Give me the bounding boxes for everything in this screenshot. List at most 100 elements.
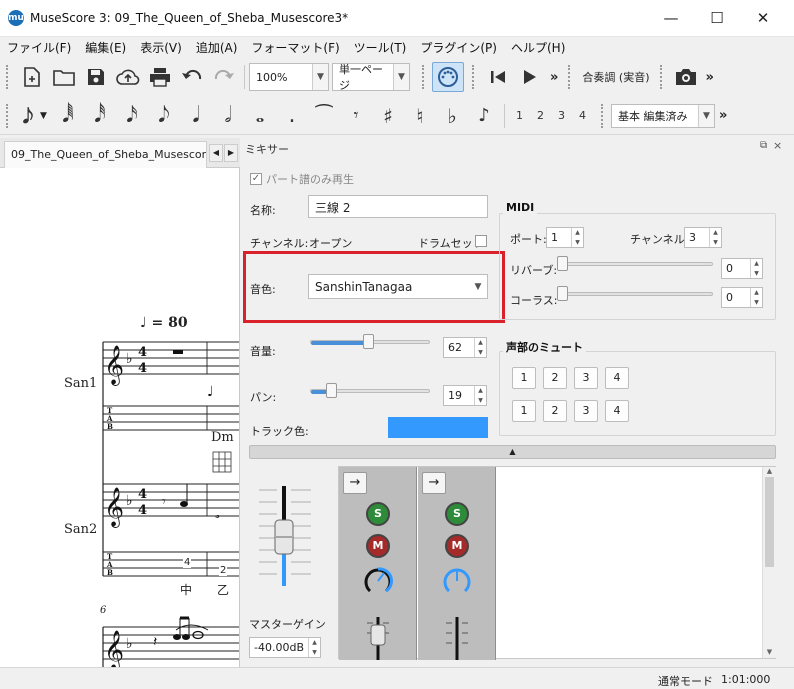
mute-button[interactable]: M	[366, 534, 390, 558]
spin-arrows-icon[interactable]: ▲ ▼	[308, 638, 320, 657]
chorus-slider-track[interactable]	[559, 292, 713, 296]
chevron-down-icon[interactable]: ▼	[763, 648, 776, 656]
menu-view[interactable]: 表示(V)	[133, 36, 189, 59]
note-quarter-icon[interactable]: 𝅘𝅥	[180, 101, 212, 131]
spin-arrows-icon[interactable]: ▲ ▼	[750, 259, 762, 278]
spin-arrows-icon[interactable]: ▲ ▼	[709, 228, 721, 247]
note-64th-icon[interactable]: 𝅘𝅥𝅱	[52, 101, 84, 131]
pan-spinbox[interactable]: 19 ▲ ▼	[443, 385, 487, 406]
toolbar-overflow-icon[interactable]: »	[702, 70, 718, 85]
float-panel-icon[interactable]: ⧉	[760, 140, 767, 151]
lyric-syllable[interactable]: 乙	[217, 581, 229, 598]
menu-format[interactable]: フォーマット(F)	[244, 36, 346, 59]
note-input-mode-icon[interactable]: 𝅘𝅥𝅮	[16, 101, 40, 131]
scrollbar-thumb[interactable]	[765, 477, 774, 567]
pan-knob-icon[interactable]	[441, 565, 473, 600]
name-input[interactable]: 三線 2	[308, 195, 488, 218]
tab-fret-number[interactable]: 4	[183, 557, 192, 568]
lyric-syllable[interactable]: 中	[180, 581, 192, 598]
volume-slider-handle[interactable]	[363, 334, 374, 349]
note-32nd-icon[interactable]: 𝅘𝅥𝅰	[84, 101, 116, 131]
augmentation-dot-icon[interactable]: .	[276, 101, 308, 131]
voice-3-button[interactable]: 3	[551, 109, 572, 122]
flat-icon[interactable]: ♭	[436, 101, 468, 131]
save-icon[interactable]	[80, 62, 112, 92]
mute-voice-3-button[interactable]: 3	[574, 400, 598, 422]
midi-channel-spinbox[interactable]: 3 ▲ ▼	[684, 227, 722, 248]
minimize-button[interactable]: —	[648, 4, 694, 32]
staff-label-san1[interactable]: San1	[64, 376, 97, 391]
mute-button[interactable]: M	[445, 534, 469, 558]
chevron-down-icon[interactable]: ▼	[40, 111, 52, 121]
channel-strip[interactable]: → S M	[418, 467, 496, 660]
pan-knob-icon[interactable]	[362, 565, 394, 600]
volume-spinbox[interactable]: 62 ▲ ▼	[443, 337, 487, 358]
menu-file[interactable]: ファイル(F)	[0, 36, 78, 59]
note-whole-icon[interactable]: 𝅝	[244, 101, 276, 131]
channel-strip[interactable]: → S M	[339, 467, 417, 660]
solo-button[interactable]: S	[366, 502, 390, 526]
mute-voice-1-button[interactable]: 1	[512, 367, 536, 389]
new-score-icon[interactable]	[16, 62, 48, 92]
strip-fader[interactable]	[446, 617, 468, 663]
track-color-swatch[interactable]	[388, 417, 488, 438]
mute-voice-2-button[interactable]: 2	[543, 400, 567, 422]
spin-arrows-icon[interactable]: ▲ ▼	[750, 288, 762, 307]
play-icon[interactable]	[514, 62, 546, 92]
chevron-up-icon[interactable]: ▲	[763, 467, 776, 475]
part-only-playback-checkbox[interactable]: ✓ パート譜のみ再生	[250, 171, 354, 187]
sharp-icon[interactable]: ♯	[372, 101, 404, 131]
voice-2-button[interactable]: 2	[530, 109, 551, 122]
spin-arrows-icon[interactable]: ▲ ▼	[571, 228, 583, 247]
note-16th-icon[interactable]: 𝅘𝅥𝅯	[116, 101, 148, 131]
close-icon[interactable]: ×	[773, 139, 782, 152]
close-button[interactable]: ✕	[740, 4, 786, 32]
mute-voice-4-button[interactable]: 4	[605, 400, 629, 422]
chord-symbol[interactable]: Dm	[211, 430, 234, 445]
toolbar-overflow-icon[interactable]: »	[715, 108, 731, 123]
open-folder-icon[interactable]	[48, 62, 80, 92]
drumset-checkbox[interactable]	[475, 235, 487, 247]
arrow-right-icon[interactable]: →	[343, 472, 367, 494]
tempo-marking[interactable]: ♩ = 80	[140, 315, 188, 331]
vertical-scrollbar[interactable]: ▲ ▼	[762, 467, 776, 658]
maximize-button[interactable]: ☐	[694, 4, 740, 32]
chevron-left-icon[interactable]: ◀	[209, 144, 223, 162]
tie-icon[interactable]: ⁀	[308, 101, 340, 131]
rest-icon[interactable]: 𝄾	[340, 101, 372, 131]
strip-fader[interactable]	[367, 617, 389, 663]
sound-combo[interactable]: SanshinTanagaa ▼	[308, 274, 488, 299]
toolbar-grip[interactable]	[6, 65, 10, 89]
mute-voice-2-button[interactable]: 2	[543, 367, 567, 389]
toolbar-overflow-icon[interactable]: »	[546, 70, 562, 85]
mute-voice-1-button[interactable]: 1	[512, 400, 536, 422]
port-spinbox[interactable]: 1 ▲ ▼	[546, 227, 584, 248]
zoom-combo[interactable]: 100% ▼	[249, 63, 329, 91]
undo-icon[interactable]	[176, 62, 208, 92]
chevron-right-icon[interactable]: ▶	[224, 144, 238, 162]
mute-voice-3-button[interactable]: 3	[574, 367, 598, 389]
mute-voice-4-button[interactable]: 4	[605, 367, 629, 389]
collapse-details-button[interactable]: ▲	[249, 445, 776, 459]
staff-label-san2[interactable]: San2	[64, 522, 97, 537]
workspace-combo[interactable]: 基本 編集済み ▼	[611, 103, 715, 128]
reverb-slider-track[interactable]	[559, 262, 713, 266]
rewind-icon[interactable]	[482, 62, 514, 92]
print-icon[interactable]	[144, 62, 176, 92]
master-fader[interactable]	[255, 486, 315, 591]
note-half-icon[interactable]: 𝅗𝅥	[212, 101, 244, 131]
menu-help[interactable]: ヘルプ(H)	[504, 36, 572, 59]
view-mode-combo[interactable]: 単一ページ ▼	[332, 63, 410, 92]
natural-icon[interactable]: ♮	[404, 101, 436, 131]
menu-plugins[interactable]: プラグイン(P)	[413, 36, 504, 59]
reverb-slider-handle[interactable]	[557, 256, 568, 271]
reverb-spinbox[interactable]: 0 ▲ ▼	[721, 258, 763, 279]
concert-pitch-button[interactable]: 合奏調 (実音)	[578, 69, 653, 85]
solo-button[interactable]: S	[445, 502, 469, 526]
menu-edit[interactable]: 編集(E)	[78, 36, 133, 59]
voice-1-button[interactable]: 1	[509, 109, 530, 122]
redo-icon[interactable]	[208, 62, 240, 92]
tab-fret-number[interactable]: 2	[219, 565, 228, 576]
note-eighth-icon[interactable]: 𝅘𝅥𝅮	[148, 101, 180, 131]
pan-slider-handle[interactable]	[326, 383, 337, 398]
